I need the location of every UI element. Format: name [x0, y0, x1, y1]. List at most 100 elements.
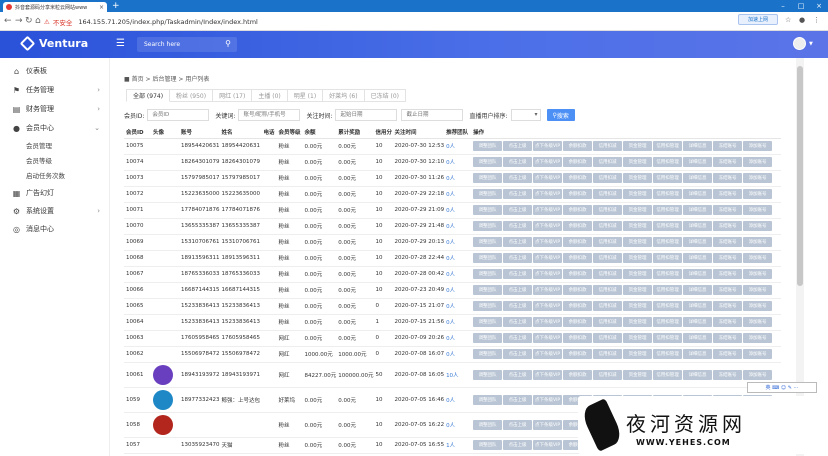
action-button[interactable]: 调整团队	[473, 205, 503, 215]
action-button[interactable]: 信用扣减	[593, 189, 623, 199]
breadcrumb-mid[interactable]: 后台管理	[152, 76, 176, 83]
tab-streamer[interactable]: 主播 (0)	[252, 89, 288, 102]
action-button[interactable]: 调整团队	[473, 349, 503, 359]
team-cell[interactable]: 0人	[444, 202, 472, 219]
action-button[interactable]: 点下条级VIP	[533, 237, 563, 247]
action-button[interactable]: 冻结账号	[713, 369, 743, 380]
sidebar-item-settings[interactable]: ⚙ 系统设置 ›	[12, 206, 102, 216]
action-button[interactable]: 信用扣管理	[653, 369, 683, 380]
scrollbar-thumb[interactable]	[797, 66, 803, 286]
action-button[interactable]: 信用扣管理	[653, 237, 683, 247]
action-button[interactable]: 余额扣款	[563, 333, 593, 343]
action-button[interactable]: 详细信息	[683, 221, 713, 231]
chevron-down-icon[interactable]: ▼	[809, 41, 813, 47]
back-button[interactable]: ←	[4, 16, 12, 26]
action-button[interactable]: 点击上级	[503, 285, 533, 295]
action-button[interactable]: 点击上级	[503, 269, 533, 279]
action-button[interactable]: 余额扣款	[563, 173, 593, 183]
action-button[interactable]: 信用扣减	[593, 141, 623, 151]
action-button[interactable]: 信用扣管理	[653, 333, 683, 343]
team-cell[interactable]: 0人	[444, 186, 472, 203]
action-button[interactable]: 详细信息	[683, 189, 713, 199]
action-button[interactable]: 点击上级	[503, 369, 533, 380]
action-button[interactable]: 调整团队	[473, 173, 503, 183]
action-button[interactable]: 资金管理	[623, 141, 653, 151]
action-button[interactable]: 调整团队	[473, 419, 503, 430]
action-button[interactable]: 详细信息	[683, 285, 713, 295]
action-button[interactable]: 点下条级VIP	[533, 301, 563, 311]
action-button[interactable]: 点击上级	[503, 440, 533, 450]
action-button[interactable]: 点下条级VIP	[533, 141, 563, 151]
action-button[interactable]: 资金管理	[623, 349, 653, 359]
action-button[interactable]: 点击上级	[503, 419, 533, 430]
action-button[interactable]: 点击上级	[503, 157, 533, 167]
action-button[interactable]: 详细信息	[683, 173, 713, 183]
cloud-accelerate-button[interactable]: 加速上网	[738, 14, 778, 25]
action-button[interactable]: 信用扣减	[593, 253, 623, 263]
action-button[interactable]: 添加账号	[743, 157, 773, 167]
forward-button[interactable]: →	[15, 16, 23, 26]
action-button[interactable]: 资金管理	[623, 205, 653, 215]
action-button[interactable]: 调整团队	[473, 253, 503, 263]
action-button[interactable]: 资金管理	[623, 221, 653, 231]
action-button[interactable]: 余额扣款	[563, 301, 593, 311]
action-button[interactable]: 详细信息	[683, 253, 713, 263]
action-button[interactable]: 信用扣管理	[653, 173, 683, 183]
action-button[interactable]: 详细信息	[683, 369, 713, 380]
action-button[interactable]: 余额扣款	[563, 269, 593, 279]
brand-logo[interactable]: Ventura	[19, 35, 88, 52]
action-button[interactable]: 添加账号	[743, 189, 773, 199]
action-button[interactable]: 点下条级VIP	[533, 419, 563, 430]
team-cell[interactable]: 0人	[444, 387, 472, 413]
action-button[interactable]: 冻结账号	[713, 285, 743, 295]
action-button[interactable]: 资金管理	[623, 369, 653, 380]
action-button[interactable]: 冻结账号	[713, 141, 743, 151]
new-tab-button[interactable]: +	[112, 1, 120, 11]
action-button[interactable]: 点击上级	[503, 173, 533, 183]
action-button[interactable]: 点击上级	[503, 317, 533, 327]
action-button[interactable]: 点下条级VIP	[533, 157, 563, 167]
action-button[interactable]: 点下条级VIP	[533, 394, 563, 405]
action-button[interactable]: 信用扣减	[593, 269, 623, 279]
action-button[interactable]: 点击上级	[503, 333, 533, 343]
action-button[interactable]: 点击上级	[503, 237, 533, 247]
action-button[interactable]: 添加账号	[743, 141, 773, 151]
action-button[interactable]: 点击上级	[503, 301, 533, 311]
action-button[interactable]: 点下条级VIP	[533, 253, 563, 263]
action-button[interactable]: 详细信息	[683, 301, 713, 311]
action-button[interactable]: 详细信息	[683, 157, 713, 167]
action-button[interactable]: 点击上级	[503, 394, 533, 405]
action-button[interactable]: 冻结账号	[713, 189, 743, 199]
action-button[interactable]: 资金管理	[623, 237, 653, 247]
sidebar-subitem-member-manage[interactable]: 会员管理	[26, 140, 52, 150]
team-cell[interactable]: 0人	[444, 218, 472, 235]
sidebar-subitem-member-level[interactable]: 会员等级	[26, 155, 52, 165]
hamburger-menu-icon[interactable]: ☰	[116, 39, 125, 49]
action-button[interactable]: 调整团队	[473, 301, 503, 311]
action-button[interactable]: 调整团队	[473, 369, 503, 380]
action-button[interactable]: 添加账号	[743, 317, 773, 327]
action-button[interactable]: 调整团队	[473, 237, 503, 247]
sidebar-item-members[interactable]: ● 会员中心 ⌄	[12, 123, 102, 133]
team-cell[interactable]: 0人	[444, 298, 472, 315]
sidebar-item-ads[interactable]: ▦ 广告幻灯	[12, 188, 102, 198]
action-button[interactable]: 冻结账号	[713, 301, 743, 311]
action-button[interactable]: 信用扣减	[593, 285, 623, 295]
action-button[interactable]: 点下条级VIP	[533, 189, 563, 199]
action-button[interactable]: 点下条级VIP	[533, 440, 563, 450]
action-button[interactable]: 添加账号	[743, 285, 773, 295]
minimize-button[interactable]: –	[774, 0, 792, 12]
member-id-input[interactable]	[147, 109, 210, 121]
action-button[interactable]: 添加账号	[743, 369, 773, 380]
action-button[interactable]: 调整团队	[473, 141, 503, 151]
action-button[interactable]: 资金管理	[623, 253, 653, 263]
action-button[interactable]: 冻结账号	[713, 333, 743, 343]
action-button[interactable]: 详细信息	[683, 317, 713, 327]
action-button[interactable]: 调整团队	[473, 189, 503, 199]
action-button[interactable]: 点下条级VIP	[533, 369, 563, 380]
reload-button[interactable]: ↻	[25, 16, 33, 26]
action-button[interactable]: 信用扣减	[593, 349, 623, 359]
action-button[interactable]: 信用扣管理	[653, 253, 683, 263]
action-button[interactable]: 冻结账号	[713, 157, 743, 167]
team-cell[interactable]: 0人	[444, 138, 472, 155]
